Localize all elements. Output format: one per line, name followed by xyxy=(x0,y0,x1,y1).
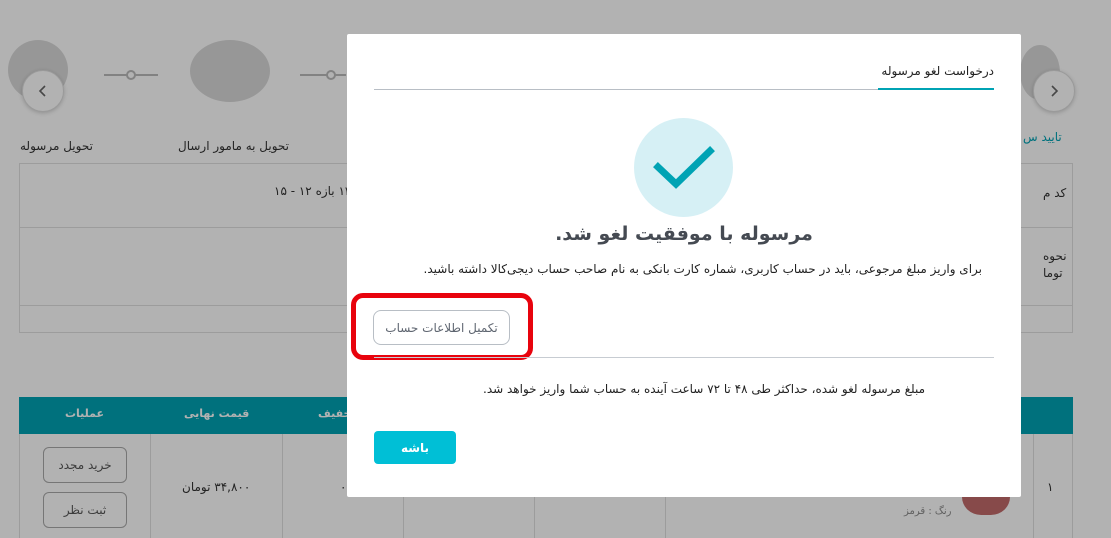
complete-account-info-button[interactable]: تکمیل اطلاعات حساب xyxy=(373,310,510,345)
bank-card-info-text: برای واریز مبلغ مرجوعی، باید در حساب کار… xyxy=(423,262,982,276)
ok-button[interactable]: باشه xyxy=(374,431,456,464)
active-tab-indicator xyxy=(878,88,994,90)
cancel-order-modal: درخواست لغو مرسوله مرسوله با موفقیت لغو … xyxy=(347,34,1021,497)
tab-cancel-request[interactable]: درخواست لغو مرسوله xyxy=(881,64,994,78)
checkmark-icon xyxy=(652,145,715,189)
success-badge xyxy=(634,118,733,217)
section-divider xyxy=(374,357,994,358)
refund-note: مبلغ مرسوله لغو شده، حداکثر طی ۴۸ تا ۷۲ … xyxy=(483,382,925,396)
success-title: مرسوله با موفقیت لغو شد. xyxy=(555,223,813,245)
